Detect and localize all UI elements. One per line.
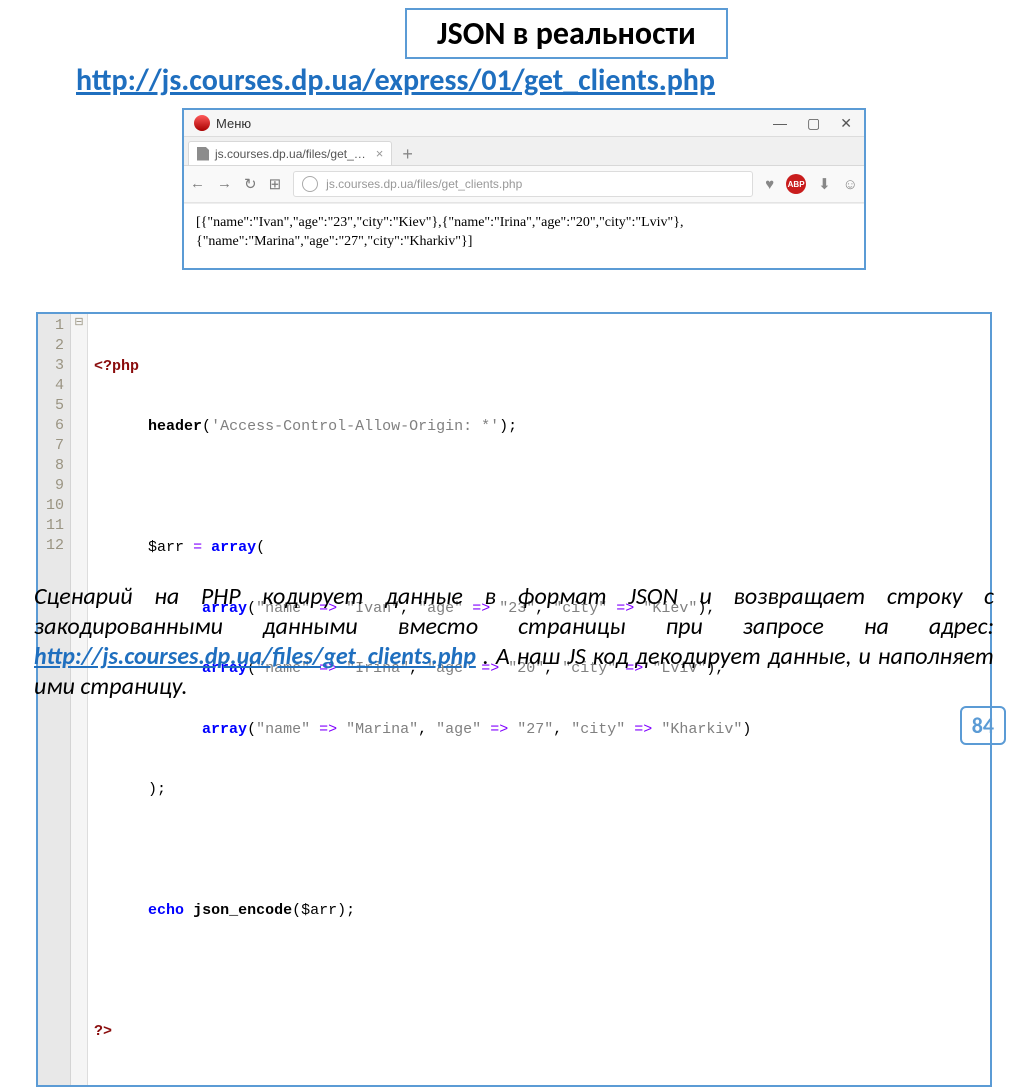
tab-title: js.courses.dp.ua/files/get_… — [215, 147, 366, 161]
close-icon[interactable]: ✕ — [840, 115, 852, 132]
browser-window: Меню — ▢ ✕ js.courses.dp.ua/files/get_… … — [182, 108, 866, 270]
main-url-link[interactable]: http://js.courses.dp.ua/express/01/get_c… — [76, 62, 715, 99]
speed-dial-icon[interactable]: ⊞ — [269, 175, 282, 193]
address-text: js.courses.dp.ua/files/get_clients.php — [326, 177, 522, 191]
page-body: [{"name":"Ivan","age":"23","city":"Kiev"… — [184, 203, 864, 268]
profile-icon[interactable]: ☺ — [843, 176, 858, 193]
abp-icon[interactable]: ABP — [786, 174, 806, 194]
file-icon — [197, 147, 209, 161]
browser-tab[interactable]: js.courses.dp.ua/files/get_… × — [188, 141, 392, 165]
minimize-icon[interactable]: — — [773, 115, 787, 132]
desc-part1: Сценарий на PHP кодирует данные в формат… — [34, 582, 994, 641]
forward-icon[interactable]: → — [217, 175, 232, 193]
new-tab-icon[interactable]: + — [392, 144, 423, 165]
address-bar[interactable]: js.courses.dp.ua/files/get_clients.php — [293, 171, 753, 197]
globe-icon — [302, 176, 318, 192]
slide-title: JSON в реальности — [405, 8, 728, 59]
desc-link[interactable]: http://js.courses.dp.ua/files/get_client… — [34, 642, 476, 671]
page-number: 84 — [960, 706, 1006, 745]
tab-bar: js.courses.dp.ua/files/get_… × + — [184, 137, 864, 166]
back-icon[interactable]: ← — [190, 175, 205, 193]
browser-titlebar: Меню — ▢ ✕ — [184, 110, 864, 137]
maximize-icon[interactable]: ▢ — [807, 115, 820, 132]
heart-icon[interactable]: ♥ — [765, 176, 774, 193]
description: Сценарий на PHP кодирует данные в формат… — [34, 582, 994, 702]
reload-icon[interactable]: ↻ — [244, 175, 257, 193]
download-icon[interactable]: ⬇ — [818, 175, 831, 193]
browser-toolbar: ← → ↻ ⊞ js.courses.dp.ua/files/get_clien… — [184, 166, 864, 203]
fold-icon[interactable]: ⊟ — [73, 316, 85, 336]
tab-close-icon[interactable]: × — [376, 146, 384, 161]
menu-label[interactable]: Меню — [216, 116, 251, 131]
opera-icon — [194, 115, 210, 131]
